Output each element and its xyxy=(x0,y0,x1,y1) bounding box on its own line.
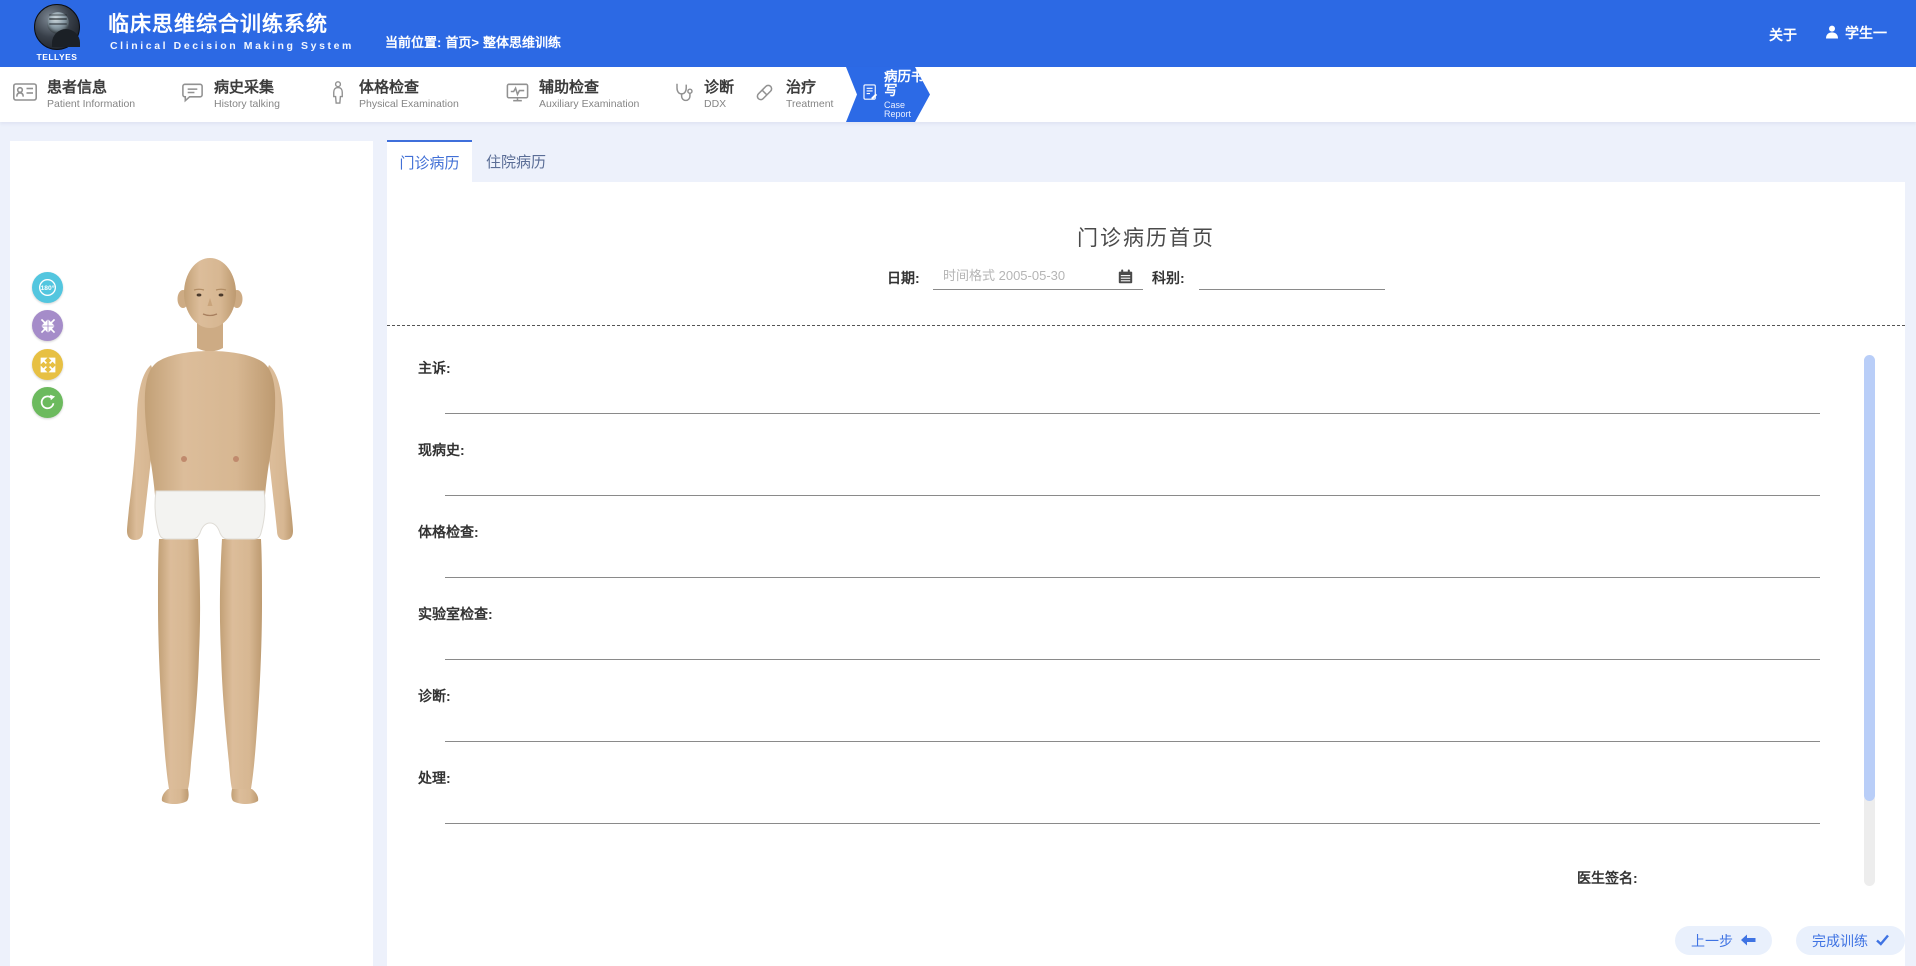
nav-label-en: History talking xyxy=(214,99,280,110)
department-input[interactable] xyxy=(1199,262,1385,290)
nav-item-treatment[interactable]: 治疗 Treatment xyxy=(752,67,833,122)
nav-label-en: Physical Examination xyxy=(359,99,459,110)
tab-label: 门诊病历 xyxy=(399,152,459,173)
nav-label-en: Treatment xyxy=(786,99,833,110)
date-input[interactable] xyxy=(933,262,1143,290)
department-label: 科别: xyxy=(1152,268,1185,288)
calendar-icon[interactable] xyxy=(1118,269,1133,289)
diagnosis-input[interactable] xyxy=(445,714,1820,742)
nav-label-zh: 病历书写 xyxy=(884,70,930,97)
finish-training-label: 完成训练 xyxy=(1812,931,1868,951)
nav-item-physical-examination[interactable]: 体格检查 Physical Examination xyxy=(326,67,459,122)
date-label: 日期: xyxy=(887,268,920,288)
outpatient-record-form: 门诊病历首页 日期: 科别: 主诉: 现病史: 体格检查: 实验室检查: 诊断: xyxy=(387,182,1905,966)
capsule-icon xyxy=(752,80,777,110)
user-icon xyxy=(1824,24,1840,43)
scrollbar-thumb[interactable] xyxy=(1864,355,1875,801)
finish-training-button[interactable]: 完成训练 xyxy=(1796,926,1905,955)
logo-text: TELLYES xyxy=(26,52,88,62)
nav-item-auxiliary-examination[interactable]: 辅助检查 Auxiliary Examination xyxy=(505,67,639,122)
previous-step-button[interactable]: 上一步 xyxy=(1675,926,1772,955)
nav-label-en: DDX xyxy=(704,99,734,110)
tab-label: 住院病历 xyxy=(486,151,546,172)
document-pen-icon xyxy=(861,82,879,107)
nav-label-zh: 诊断 xyxy=(704,80,734,95)
lab-tests-input[interactable] xyxy=(445,632,1820,660)
app-screen: TELLYES 临床思维综合训练系统 Clinical Decision Mak… xyxy=(0,0,1916,966)
nav-label-zh: 患者信息 xyxy=(47,80,135,95)
breadcrumb-label: 当前位置: xyxy=(385,35,441,50)
field-label-chief-complaint: 主诉: xyxy=(418,358,451,378)
nav-item-patient-information[interactable]: 患者信息 Patient Information xyxy=(12,67,135,122)
top-header: TELLYES 临床思维综合训练系统 Clinical Decision Mak… xyxy=(0,0,1916,67)
tellyes-logo[interactable]: TELLYES xyxy=(26,3,88,65)
scrollbar-track[interactable] xyxy=(1864,794,1875,886)
user-name: 学生一 xyxy=(1845,23,1887,43)
logo-bust-icon xyxy=(52,29,80,47)
patient-model-panel: 180° xyxy=(10,141,373,966)
form-title: 门诊病历首页 xyxy=(387,222,1905,252)
tab-outpatient-record[interactable]: 门诊病历 xyxy=(387,140,472,182)
physical-exam-input[interactable] xyxy=(445,550,1820,578)
field-label-management: 处理: xyxy=(418,768,451,788)
nav-label-en: Patient Information xyxy=(47,99,135,110)
main-nav: 患者信息 Patient Information 病史采集 History ta… xyxy=(0,67,1916,122)
about-button[interactable]: 关于 xyxy=(1769,25,1797,45)
logo-badge-icon xyxy=(34,4,80,50)
checkmark-icon xyxy=(1876,933,1889,949)
app-title: 临床思维综合训练系统 xyxy=(108,8,328,38)
patient-3d-model[interactable] xyxy=(50,253,370,809)
id-card-icon xyxy=(12,79,38,110)
present-illness-input[interactable] xyxy=(445,468,1820,496)
nav-label-zh: 辅助检查 xyxy=(539,80,639,95)
nav-label-zh: 病史采集 xyxy=(214,80,280,95)
app-subtitle: Clinical Decision Making System xyxy=(110,40,354,52)
monitor-icon xyxy=(505,80,530,110)
breadcrumb: 当前位置: 首页> 整体思维训练 xyxy=(385,32,565,51)
nav-label-zh: 治疗 xyxy=(786,80,833,95)
dashed-divider xyxy=(387,325,1905,326)
field-label-lab-tests: 实验室检查: xyxy=(418,604,493,624)
nav-item-case-report[interactable]: 病历书写 Case Report xyxy=(846,67,930,122)
stethoscope-icon xyxy=(671,80,695,110)
chief-complaint-input[interactable] xyxy=(445,386,1820,414)
doctor-signature-label: 医生签名: xyxy=(1577,868,1638,888)
nav-label-en: Case Report xyxy=(884,101,930,119)
nav-item-ddx[interactable]: 诊断 DDX xyxy=(671,67,734,122)
field-label-physical-exam: 体格检查: xyxy=(418,522,479,542)
speech-bubble-icon xyxy=(180,80,205,110)
field-label-diagnosis: 诊断: xyxy=(418,686,451,706)
user-menu[interactable]: 学生一 xyxy=(1824,23,1887,43)
field-label-present-illness: 现病史: xyxy=(418,440,465,460)
left-arrow-icon xyxy=(1741,933,1756,949)
previous-step-label: 上一步 xyxy=(1691,931,1733,951)
person-icon xyxy=(326,79,350,110)
nav-item-history-talking[interactable]: 病史采集 History talking xyxy=(180,67,280,122)
breadcrumb-current: 整体思维训练 xyxy=(483,35,561,50)
nav-label-en: Auxiliary Examination xyxy=(539,99,639,110)
nav-label-zh: 体格检查 xyxy=(359,80,459,95)
tab-inpatient-record[interactable]: 住院病历 xyxy=(472,140,560,182)
breadcrumb-home-link[interactable]: 首页> xyxy=(445,35,479,50)
management-input[interactable] xyxy=(445,796,1820,824)
